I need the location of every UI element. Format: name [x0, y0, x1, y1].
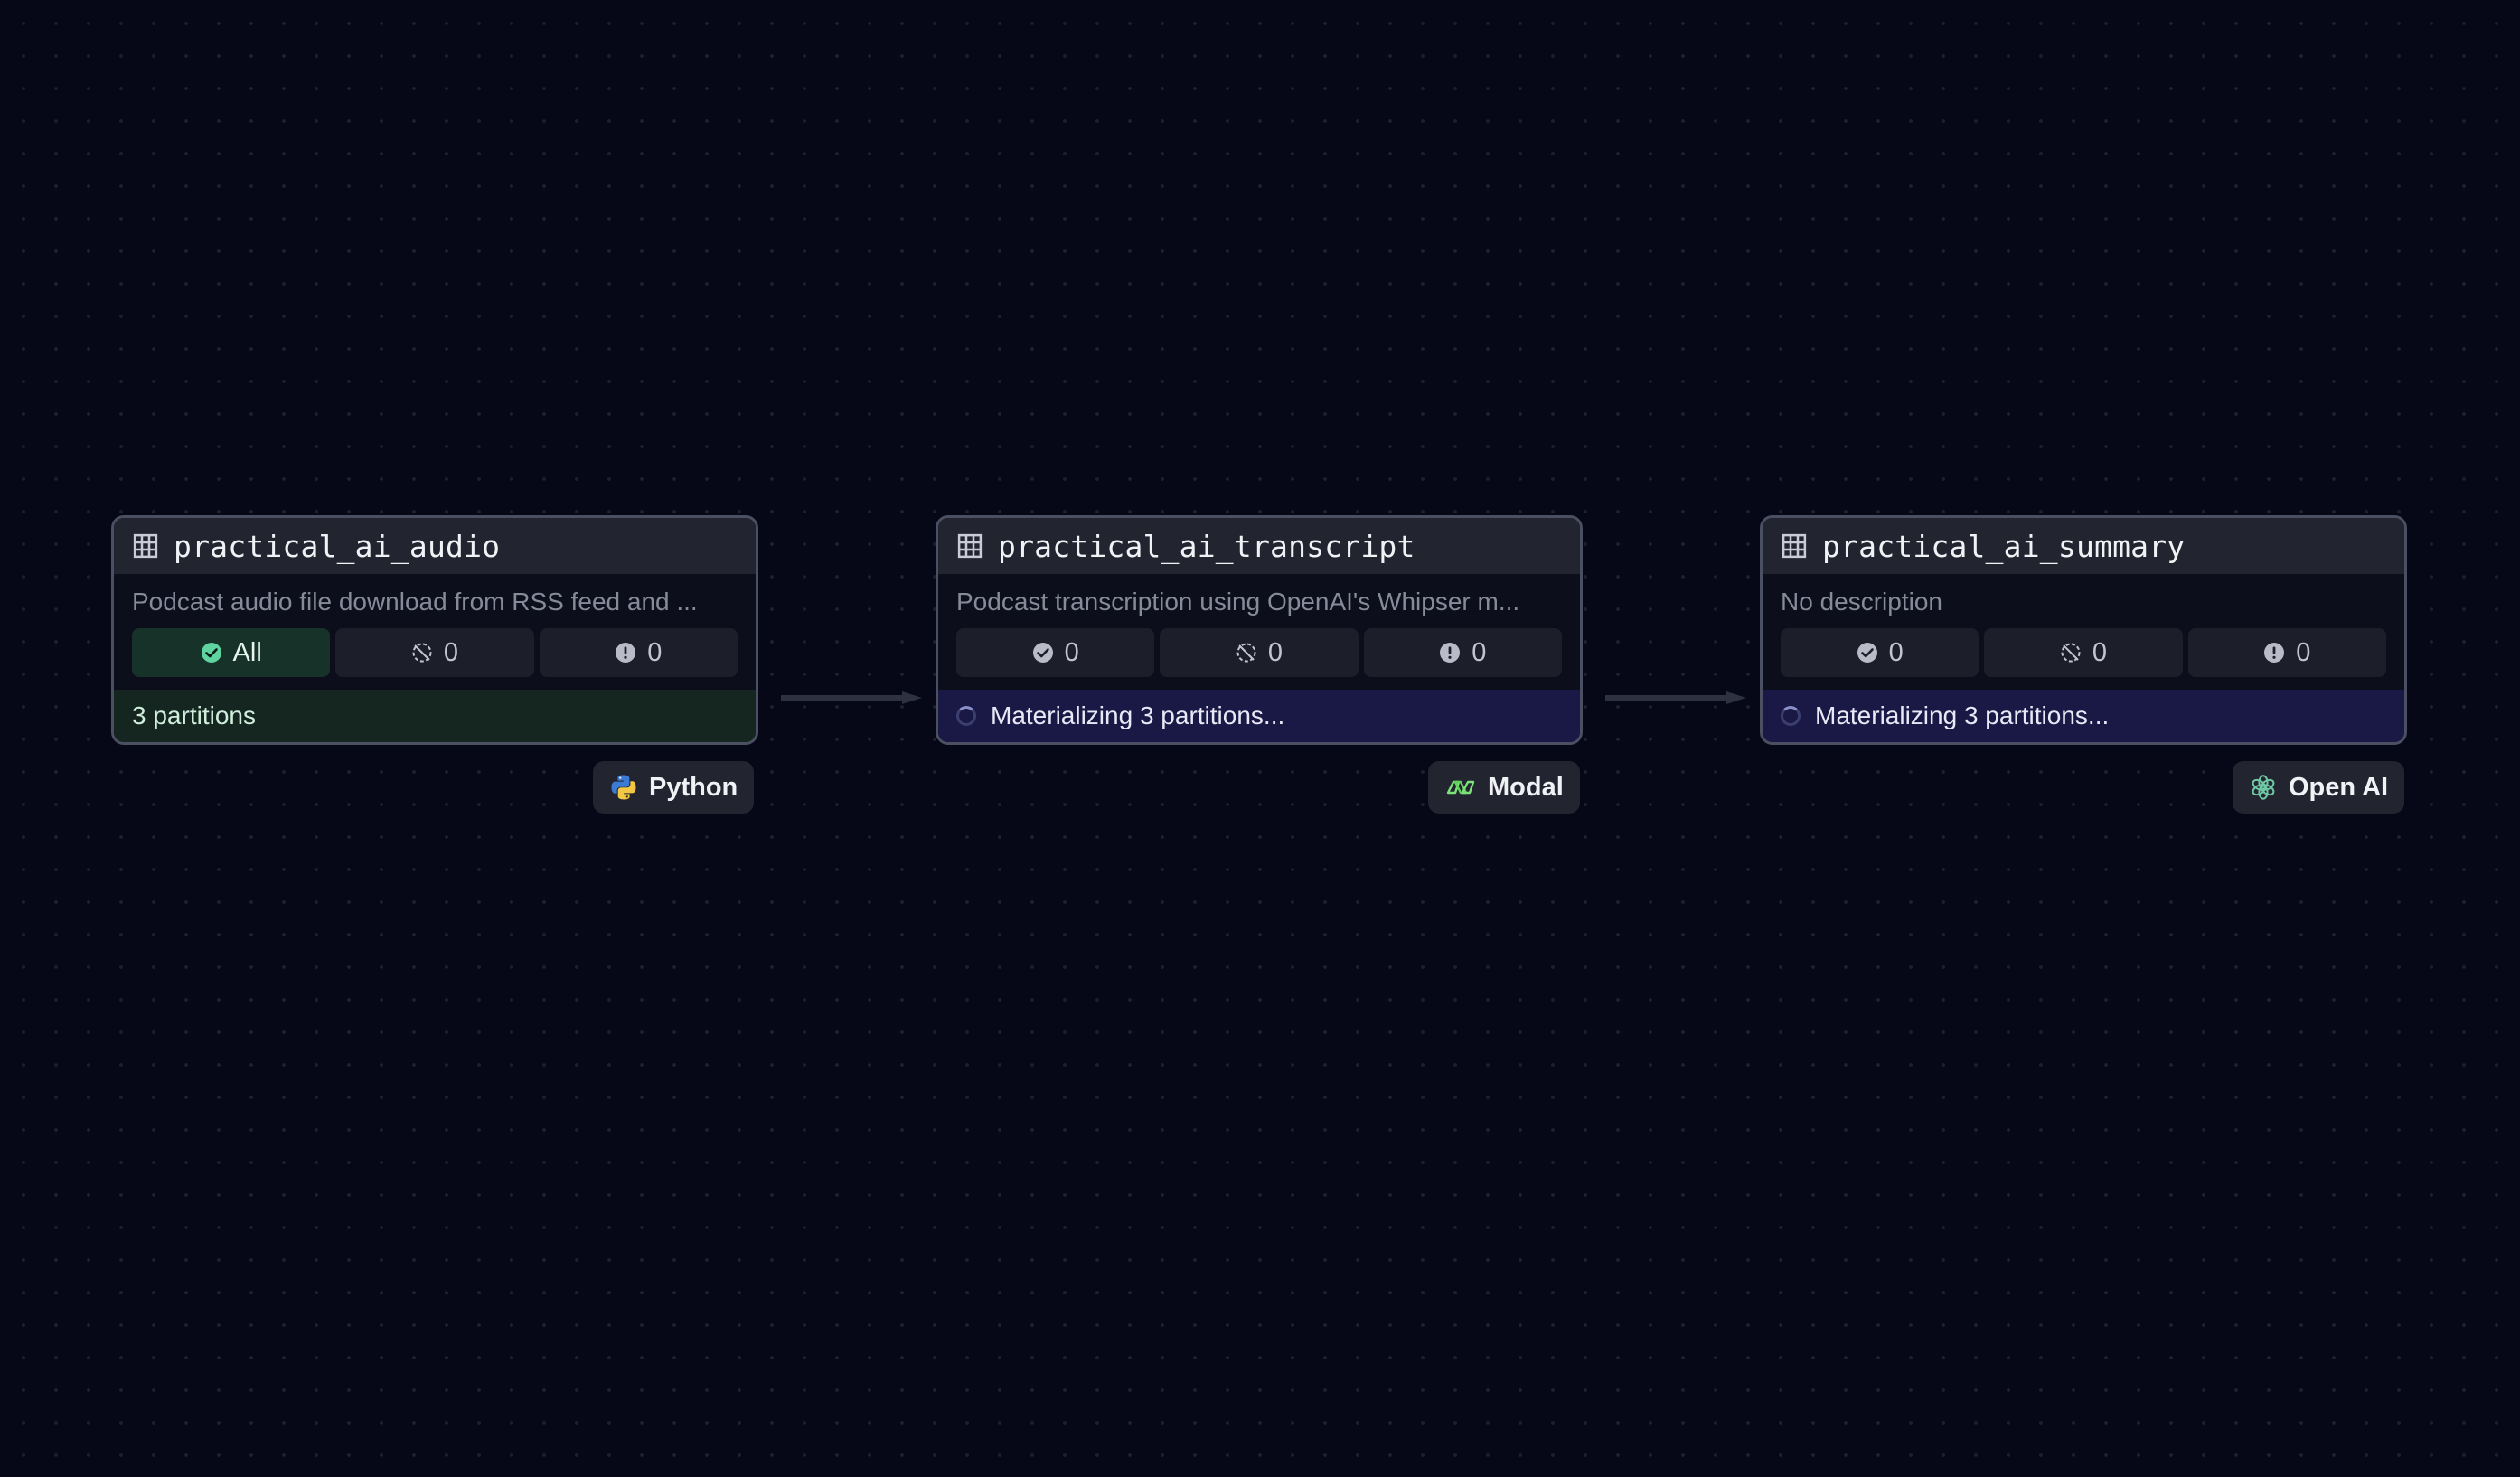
stat-missing[interactable]: 0 — [1984, 628, 2183, 677]
edge-transcript-to-summary — [1605, 691, 1746, 704]
check-circle-icon — [1857, 643, 1877, 663]
modal-icon — [1446, 780, 1475, 795]
stat-materialized[interactable]: All — [132, 628, 331, 677]
node-footer-materializing[interactable]: Materializing 3 partitions... — [938, 690, 1580, 742]
spinner-icon — [1781, 706, 1801, 726]
footer-text: Materializing 3 partitions... — [1815, 701, 2110, 729]
badge-label: Python — [649, 772, 738, 802]
asset-node-audio[interactable]: practical_ai_audio Podcast audio file do… — [111, 515, 758, 745]
table-icon — [1782, 533, 1807, 559]
stat-missing[interactable]: 0 — [1160, 628, 1359, 677]
stat-materialized[interactable]: 0 — [1781, 628, 1979, 677]
node-footer-materializing[interactable]: Materializing 3 partitions... — [1763, 690, 2404, 742]
badge-label: Open AI — [2289, 772, 2389, 802]
node-stats: 0 0 0 — [938, 628, 1580, 681]
stat-value: 0 — [2092, 637, 2108, 667]
node-description: No description — [1781, 588, 1942, 616]
node-description: Podcast transcription using OpenAI's Whi… — [956, 588, 1520, 616]
stat-value: 0 — [2296, 637, 2311, 667]
node-header: practical_ai_summary — [1763, 518, 2404, 574]
node-title[interactable]: practical_ai_summary — [1822, 529, 2185, 564]
stat-value: 0 — [1472, 637, 1487, 667]
stat-value: 0 — [1888, 637, 1904, 667]
asset-graph-canvas[interactable]: practical_ai_audio Podcast audio file do… — [0, 0, 2520, 1477]
stat-materialized[interactable]: 0 — [956, 628, 1155, 677]
table-icon — [957, 533, 983, 559]
table-icon — [133, 533, 158, 559]
error-circle-icon — [616, 643, 636, 663]
stat-failed[interactable]: 0 — [2187, 628, 2386, 677]
node-header: practical_ai_audio — [114, 518, 756, 574]
node-stats: 0 0 0 — [1763, 628, 2404, 681]
compute-kind-badge-openai[interactable]: Open AI — [2233, 761, 2405, 814]
missing-circle-icon — [2061, 643, 2081, 663]
stat-failed[interactable]: 0 — [539, 628, 738, 677]
stat-failed[interactable]: 0 — [1363, 628, 1562, 677]
stat-value: 0 — [1267, 637, 1284, 667]
stat-missing[interactable]: 0 — [335, 628, 534, 677]
python-icon — [611, 775, 636, 800]
check-circle-icon — [201, 643, 221, 663]
asset-node-summary[interactable]: practical_ai_summary No description 0 0 — [1760, 515, 2407, 745]
node-header: practical_ai_transcript — [938, 518, 1580, 574]
node-title[interactable]: practical_ai_transcript — [998, 529, 1415, 564]
compute-kind-badge-python[interactable]: Python — [593, 761, 755, 814]
edge-audio-to-transcript — [781, 691, 922, 704]
node-footer-partitions[interactable]: 3 partitions — [114, 690, 756, 742]
stat-value: 0 — [443, 637, 459, 667]
spinner-icon — [956, 706, 976, 726]
openai-icon — [2252, 775, 2275, 800]
footer-text: Materializing 3 partitions... — [991, 701, 1285, 729]
node-stats: All 0 0 — [114, 628, 756, 681]
error-circle-icon — [2264, 643, 2285, 663]
badge-label: Modal — [1488, 772, 1564, 802]
stat-value: 0 — [647, 637, 663, 667]
check-circle-icon — [1032, 643, 1053, 663]
error-circle-icon — [1440, 643, 1461, 663]
missing-circle-icon — [412, 643, 432, 663]
stat-value: 0 — [1064, 637, 1079, 667]
compute-kind-badge-modal[interactable]: Modal — [1428, 761, 1580, 814]
missing-circle-icon — [1236, 643, 1256, 663]
asset-node-transcript[interactable]: practical_ai_transcript Podcast transcri… — [936, 515, 1583, 745]
node-description: Podcast audio file download from RSS fee… — [132, 588, 698, 616]
node-title[interactable]: practical_ai_audio — [174, 529, 500, 564]
stat-value: All — [232, 637, 262, 667]
footer-text: 3 partitions — [132, 701, 256, 729]
